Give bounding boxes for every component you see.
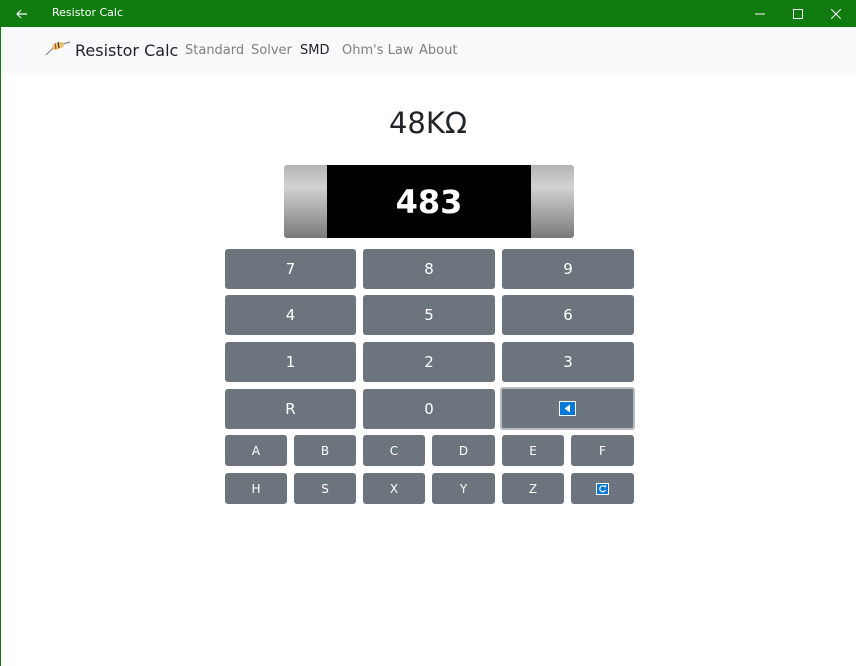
key-5[interactable]: 5	[363, 295, 495, 335]
key-s[interactable]: S	[294, 473, 356, 504]
backspace-button[interactable]	[500, 387, 635, 430]
key-f[interactable]: F	[571, 435, 634, 466]
key-4[interactable]: 4	[225, 295, 356, 335]
key-1[interactable]: 1	[225, 342, 356, 382]
resistance-display: 48KΩ	[388, 106, 468, 140]
maximize-button[interactable]	[780, 0, 816, 27]
key-6[interactable]: 6	[502, 295, 634, 335]
maximize-icon	[793, 8, 803, 19]
resistor-logo-icon	[45, 41, 71, 56]
nav-solver[interactable]: Solver	[251, 43, 292, 58]
minimize-button[interactable]	[742, 0, 778, 27]
key-a[interactable]: A	[225, 435, 287, 466]
key-y[interactable]: Y	[432, 473, 495, 504]
brand-text: Resistor Calc	[75, 40, 179, 60]
nav-smd[interactable]: SMD	[300, 43, 329, 58]
key-z[interactable]: Z	[502, 473, 564, 504]
key-c[interactable]: C	[363, 435, 425, 466]
key-h[interactable]: H	[225, 473, 287, 504]
smd-resistor-chip: 483	[284, 165, 574, 238]
key-e[interactable]: E	[502, 435, 564, 466]
navbar: Resistor Calc Standard Solver SMD Ohm's …	[1, 27, 856, 73]
key-x[interactable]: X	[363, 473, 425, 504]
backspace-icon	[559, 401, 576, 416]
key-0[interactable]: 0	[363, 389, 495, 429]
nav-standard[interactable]: Standard	[185, 43, 244, 58]
key-3[interactable]: 3	[502, 342, 634, 382]
close-icon	[831, 8, 841, 19]
refresh-button[interactable]	[571, 473, 634, 504]
title-bar: Resistor Calc	[0, 0, 856, 27]
brand[interactable]: Resistor Calc	[45, 40, 178, 60]
key-8[interactable]: 8	[363, 249, 495, 289]
key-9[interactable]: 9	[502, 249, 634, 289]
refresh-icon	[596, 482, 609, 495]
nav-about[interactable]: About	[419, 43, 457, 58]
close-button[interactable]	[818, 0, 854, 27]
key-2[interactable]: 2	[363, 342, 495, 382]
smd-code: 483	[327, 165, 531, 238]
back-button[interactable]	[0, 0, 44, 27]
window-title: Resistor Calc	[52, 6, 124, 19]
minimize-icon	[755, 13, 765, 14]
key-7[interactable]: 7	[225, 249, 356, 289]
key-d[interactable]: D	[432, 435, 495, 466]
key-r[interactable]: R	[225, 389, 356, 429]
key-b[interactable]: B	[294, 435, 356, 466]
back-arrow-icon	[16, 9, 27, 18]
nav-ohms-law[interactable]: Ohm's Law	[342, 43, 413, 58]
